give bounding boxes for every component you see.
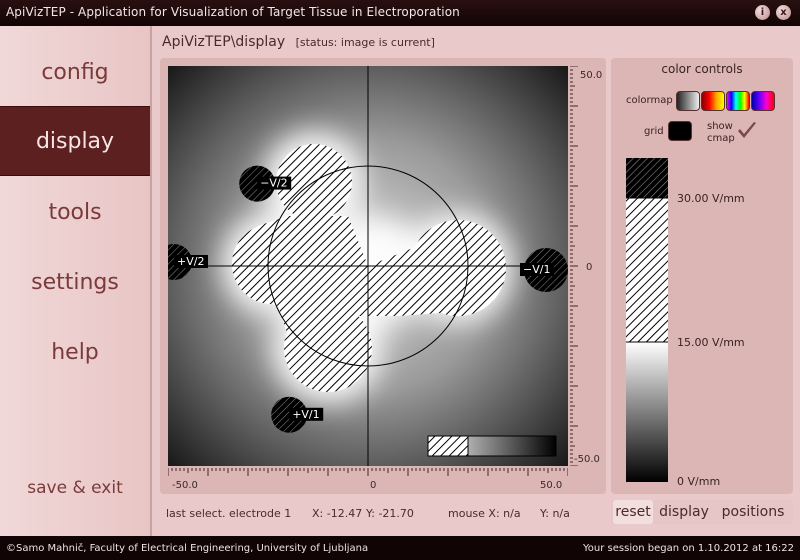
cbar-label-15: 15.00 V/mm [677, 336, 745, 349]
cbar-label-30: 30.00 V/mm [677, 192, 745, 205]
nav-help[interactable]: help [0, 318, 150, 386]
info-button[interactable]: i [755, 5, 770, 20]
electrode-label-3: +V/1 [292, 408, 319, 421]
status-text: [status: image is current] [295, 36, 435, 49]
show-cmap-label: show cmap [707, 121, 735, 144]
nav-display[interactable]: display [0, 106, 150, 176]
colormap-hsv[interactable] [726, 91, 750, 111]
grid-color-swatch[interactable] [668, 121, 692, 141]
axis-right-ticks: 50.0 0 -50.0 [570, 65, 602, 467]
nav-tools[interactable]: tools [0, 178, 150, 246]
tick-b-0: -50.0 [172, 480, 198, 491]
tab-display[interactable]: display [654, 500, 714, 524]
mouse-y-text: Y: n/a [540, 507, 570, 520]
axis-right: 50.0 0 -50.0 [570, 65, 604, 467]
cbar-label-0: 0 V/mm [677, 475, 721, 488]
grid-label: grid [644, 126, 664, 137]
tick-r-1: 0 [586, 262, 592, 273]
save-exit-button[interactable]: save & exit [0, 478, 150, 498]
axis-bottom: -50.0 0 50.0 [167, 468, 569, 494]
coord-y-text: Y: -21.70 [366, 507, 414, 520]
session-text: Your session began on 1.10.2012 at 16:22 [583, 543, 794, 554]
nav-config[interactable]: config [0, 38, 150, 106]
mouse-x-text: mouse X: n/a [448, 507, 521, 520]
window-title: ApiVizTEP - Application for Visualizatio… [6, 5, 460, 19]
colormap-label: colormap [626, 95, 673, 106]
tick-b-1: 0 [370, 480, 376, 491]
colormap-jet[interactable] [751, 91, 775, 111]
electrode-label-0: −V/2 [260, 177, 287, 190]
sidebar: config display tools settings help save … [0, 26, 152, 536]
tab-positions[interactable]: positions [716, 500, 790, 524]
tick-b-2: 50.0 [540, 480, 562, 491]
title-bar: ApiVizTEP - Application for Visualizatio… [0, 0, 800, 26]
legend-inset [427, 435, 557, 457]
colormap-hot[interactable] [701, 91, 725, 111]
show-cmap-check-icon[interactable] [736, 120, 758, 142]
field-plot[interactable]: −V/2 +V/2 −V/1 +V/1 [168, 66, 568, 466]
axis-bottom-ticks: -50.0 0 50.0 [167, 468, 569, 491]
nav-settings[interactable]: settings [0, 248, 150, 316]
tick-r-2: -50.0 [574, 454, 600, 465]
breadcrumb: ApiVizTEP\display [status: image is curr… [162, 34, 435, 50]
colormap-gray[interactable] [676, 91, 700, 111]
coord-x-text: X: -12.47 [312, 507, 363, 520]
field-canvas[interactable]: −V/2 +V/2 −V/1 +V/1 [168, 66, 568, 466]
tick-r-0: 50.0 [580, 70, 602, 81]
color-controls-title: color controls [661, 62, 743, 76]
last-electrode-text: last select. electrode 1 [166, 507, 292, 520]
copyright-text: ©Samo Mahnič, Faculty of Electrical Engi… [6, 543, 369, 554]
electrode-label-1: +V/2 [177, 255, 204, 268]
close-button[interactable]: x [776, 5, 791, 20]
breadcrumb-path: ApiVizTEP\display [162, 34, 286, 50]
footer: ©Samo Mahnič, Faculty of Electrical Engi… [0, 536, 800, 560]
tab-reset[interactable]: reset [613, 500, 653, 524]
electrode-label-2: −V/1 [523, 263, 550, 276]
color-bar [626, 158, 668, 482]
